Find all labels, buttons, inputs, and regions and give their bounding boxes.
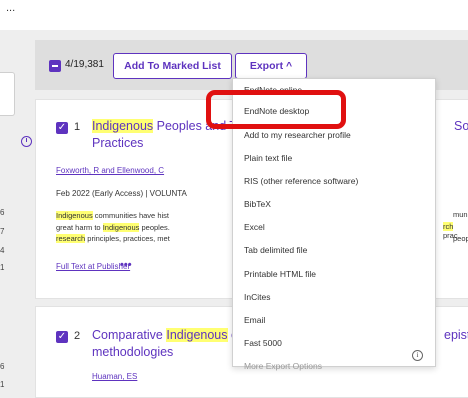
annotation-highlight-box: [206, 90, 346, 129]
menu-item-fast-5000[interactable]: Fast 5000: [244, 338, 282, 348]
left-count: 7: [0, 227, 5, 236]
menu-item-tab-delimited[interactable]: Tab delimited file: [244, 245, 307, 255]
more-actions-icon[interactable]: •••: [120, 259, 132, 271]
selected-count: 4/19,381: [65, 59, 104, 70]
overflow-dots: ...: [6, 2, 16, 14]
record-checkbox[interactable]: ✓: [56, 122, 68, 134]
abstract-text: peoples.: [139, 222, 170, 232]
full-text-link[interactable]: Full Text at Publisher: [56, 262, 130, 271]
menu-item-plain-text[interactable]: Plain text file: [244, 153, 292, 163]
info-icon[interactable]: i: [412, 350, 423, 361]
title-line-2: methodologies: [92, 345, 174, 359]
title-highlight: Indigenous: [92, 119, 154, 133]
record-authors[interactable]: Foxworth, R and Ellenwood, C: [56, 166, 164, 175]
record-checkbox[interactable]: ✓: [56, 331, 68, 343]
title-highlight: Indigenous: [166, 328, 228, 342]
title-text: Comparative: [92, 328, 167, 342]
menu-item-printable-html[interactable]: Printable HTML file: [244, 269, 316, 279]
menu-item-email[interactable]: Email: [244, 315, 265, 325]
abstract-text: principles, practices, met: [85, 234, 170, 243]
menu-item-incites[interactable]: InCites: [244, 292, 270, 302]
left-count: 1: [0, 263, 5, 272]
select-all-checkbox[interactable]: [49, 60, 61, 72]
abstract-right-fragment: peoples: [453, 234, 468, 243]
title-right-fragment[interactable]: epister: [444, 327, 468, 344]
add-to-marked-list-button[interactable]: Add To Marked List: [113, 53, 232, 79]
abstract-text: great harm to: [56, 222, 103, 232]
left-count: 6: [0, 362, 5, 371]
left-count: 4: [0, 246, 5, 255]
record-title[interactable]: Comparative Indigenous ec methodologies: [92, 327, 244, 361]
menu-item-more-export-options: More Export Options: [244, 361, 322, 371]
export-button[interactable]: Export ^: [235, 53, 307, 79]
abstract-right-fragment: munities: [453, 210, 468, 219]
menu-item-researcher-profile[interactable]: Add to my researcher profile: [244, 130, 351, 140]
top-bar: ...: [0, 0, 468, 30]
record-number: 2: [74, 330, 81, 342]
left-count: 1: [0, 380, 5, 389]
record-number: 1: [74, 121, 81, 133]
abstract-text: communities have hist: [92, 211, 169, 220]
abstract-highlight: Indigenous: [102, 222, 140, 232]
record-publication: Feb 2022 (Early Access) | VOLUNTA: [56, 189, 187, 198]
abstract-highlight: Indigenous: [56, 211, 93, 220]
left-count: 6: [0, 208, 5, 217]
menu-item-ris[interactable]: RIS (other reference software): [244, 176, 358, 186]
record-authors[interactable]: Huaman, ES: [92, 372, 137, 381]
title-line-2: Practices: [92, 136, 144, 150]
early-access-clock-icon: [21, 136, 32, 147]
menu-item-excel[interactable]: Excel: [244, 222, 265, 232]
title-right-fragment[interactable]: Sover: [454, 118, 468, 135]
left-filter-panel[interactable]: [0, 72, 15, 116]
abstract-highlight: research: [56, 234, 86, 243]
menu-item-bibtex[interactable]: BibTeX: [244, 199, 271, 209]
record-abstract: Indigenous communities have hist great h…: [56, 210, 170, 245]
